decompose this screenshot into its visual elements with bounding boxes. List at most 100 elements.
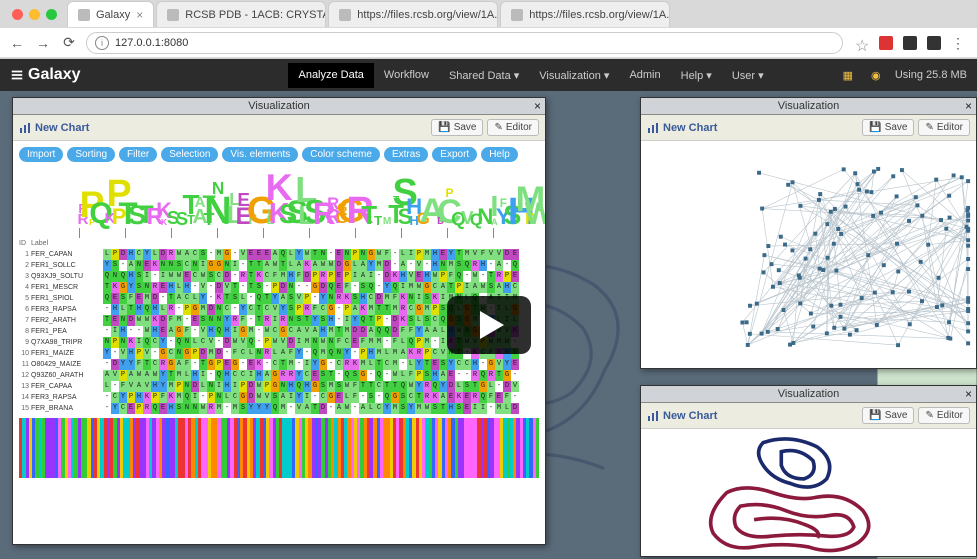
msa-row-label: FER3_RAPSA	[31, 306, 103, 313]
msa-menu-pill[interactable]: Vis. elements	[222, 147, 298, 162]
favicon-icon	[167, 9, 179, 21]
msa-row-label: FER1_SPIOL	[31, 295, 103, 302]
galaxy-logo-icon	[10, 68, 24, 82]
msa-row[interactable]: 1FER_CAPANLPDHCYLDRWACS-MG-VEEEAQLYWTN-E…	[19, 249, 539, 260]
msa-row-id: 8	[19, 328, 31, 335]
msa-row[interactable]: 4FER1_MESCRTKGYSNREHLH-V-DVT-TS-PDN--GDQ…	[19, 282, 539, 293]
msa-menu-row: Import Sorting Filter Selection Vis. element…	[13, 141, 545, 168]
panel-toolbar: New Chart 💾 Save ✎ Editor	[641, 115, 976, 141]
msa-row-seq: YS-ANEKNNSCNIGGNI-TTAWTLAKAWWDGLAYMD-A-V…	[103, 260, 519, 271]
minimize-window-icon[interactable]	[29, 9, 40, 20]
galaxy-logo[interactable]: Galaxy	[10, 66, 80, 84]
msa-menu-pill[interactable]: Help	[481, 147, 518, 162]
msa-row-id: 15	[19, 405, 31, 412]
site-info-icon[interactable]: i	[95, 36, 109, 50]
network-graph[interactable]	[641, 141, 976, 368]
msa-row[interactable]: 11O80429_MAIZE-DYYFTCRGAF-TGPEG-EK-CTM-I…	[19, 359, 539, 370]
video-play-button[interactable]	[447, 296, 531, 354]
msa-row[interactable]: 13FER_CAPAAL-FVAVHYMPNDLNIHIPDWPGNHQHGSM…	[19, 381, 539, 392]
workspace: Chains Visualization Visualization × New…	[0, 91, 977, 559]
save-button[interactable]: 💾 Save	[862, 407, 914, 424]
play-icon	[480, 311, 504, 339]
panel-titlebar[interactable]: Visualization ×	[641, 98, 976, 115]
msa-row-label: Q93XJ9_SOLTU	[31, 273, 103, 280]
panel-titlebar[interactable]: Visualization ×	[641, 386, 976, 403]
browser-tab[interactable]: https://files.rcsb.org/view/1A...×	[500, 1, 670, 27]
favicon-icon	[511, 9, 523, 21]
tab-label: https://files.rcsb.org/view/1A...	[529, 9, 670, 21]
msa-menu-pill[interactable]: Import	[19, 147, 63, 162]
chart-icon	[647, 410, 659, 422]
msa-row-label: FER1_MAIZE	[31, 350, 103, 357]
msa-row[interactable]: 2FER1_SOLLCYS-ANEKNNSCNIGGNI-TTAWTLAKAWW…	[19, 260, 539, 271]
browser-tab[interactable]: https://files.rcsb.org/view/1A...×	[328, 1, 498, 27]
galaxy-nav-item[interactable]: User ▾	[722, 63, 774, 88]
viz-panel-protein[interactable]: Visualization × New Chart 💾 Save ✎ Edito…	[640, 385, 977, 557]
back-button[interactable]: ←	[8, 34, 26, 52]
msa-row-id: 5	[19, 295, 31, 302]
close-icon[interactable]: ×	[965, 99, 972, 113]
panel-toolbar: New Chart 💾 Save ✎ Editor	[641, 403, 976, 429]
galaxy-nav-item[interactable]: Help ▾	[671, 63, 722, 88]
bookmark-icon[interactable]: ☆	[855, 36, 869, 50]
msa-row-seq: QNQHSI-IWWECWSCD-RTKCFMHFDPRPEPIAI-DKHVE…	[103, 271, 519, 282]
panel-title: Visualization	[778, 100, 840, 112]
editor-button[interactable]: ✎ Editor	[918, 119, 970, 136]
chart-title: New Chart	[647, 410, 717, 422]
browser-tab[interactable]: RCSB PDB - 1ACB: CRYSTA...×	[156, 1, 326, 27]
extension-icons: ☆ ⋮	[851, 36, 969, 50]
adblock-icon[interactable]	[879, 36, 893, 50]
save-button[interactable]: 💾 Save	[862, 119, 914, 136]
maximize-window-icon[interactable]	[46, 9, 57, 20]
galaxy-nav-item[interactable]: Analyze Data	[288, 63, 373, 88]
sequence-logo: RRPPQKPPTSTRKKSSTTAATTNNSLLEEFGLLKKSSLLS…	[19, 168, 539, 228]
close-tab-icon[interactable]: ×	[136, 8, 143, 22]
panel-title: Visualization	[248, 100, 310, 112]
msa-menu-pill[interactable]: Filter	[119, 147, 157, 162]
msa-row-id: 7	[19, 317, 31, 324]
msa-row[interactable]: 14FER3_RAPSA-CYPHKPFKMQI-PNLCGDWVSAIYI-C…	[19, 392, 539, 403]
panel-toolbar: New Chart 💾 Save ✎ Editor	[13, 115, 545, 141]
galaxy-nav-item[interactable]: Shared Data ▾	[439, 63, 529, 88]
galaxy-nav-item[interactable]: Workflow	[374, 63, 439, 88]
panel-titlebar[interactable]: Visualization ×	[13, 98, 545, 115]
network-body[interactable]	[641, 141, 976, 368]
close-icon[interactable]: ×	[965, 387, 972, 401]
editor-button[interactable]: ✎ Editor	[487, 119, 539, 136]
galaxy-nav-item[interactable]: Visualization ▾	[529, 63, 619, 88]
scratchbook-icon[interactable]: ◉	[867, 66, 885, 84]
close-icon[interactable]: ×	[534, 99, 541, 113]
galaxy-header: Galaxy Analyze DataWorkflowShared Data ▾…	[0, 59, 977, 91]
msa-row-seq: AVPAWAWYTMLHI-QHCCIHAGRRYCEST-QSG-Q-WLFP…	[103, 370, 519, 381]
msa-row-id: 12	[19, 372, 31, 379]
forward-button[interactable]: →	[34, 34, 52, 52]
reload-button[interactable]: ⟳	[60, 34, 78, 52]
grid-icon[interactable]: ▦	[839, 66, 857, 84]
protein-structure[interactable]	[641, 429, 976, 556]
msa-row[interactable]: 3Q93XJ9_SOLTUQNQHSI-IWWECWSCD-RTKCFMHFDP…	[19, 271, 539, 282]
browser-tab[interactable]: Galaxy×	[67, 1, 154, 27]
msa-menu-pill[interactable]: Color scheme	[302, 147, 380, 162]
viz-panel-network[interactable]: Visualization × New Chart 💾 Save ✎ Edito…	[640, 97, 977, 369]
browser-toolbar: ← → ⟳ i 127.0.0.1:8080 ☆ ⋮	[0, 28, 977, 58]
save-button[interactable]: 💾 Save	[431, 119, 483, 136]
msa-row-label: FER_BRANA	[31, 405, 103, 412]
protein-body[interactable]	[641, 429, 976, 556]
quota-text: Using 25.8 MB	[895, 69, 967, 81]
close-window-icon[interactable]	[12, 9, 23, 20]
address-bar[interactable]: i 127.0.0.1:8080	[86, 32, 843, 54]
msa-row-label: O80429_MAIZE	[31, 361, 103, 368]
msa-menu-pill[interactable]: Sorting	[67, 147, 115, 162]
menu-icon[interactable]: ⋮	[951, 36, 965, 50]
msa-row[interactable]: 15FER_BRANA-YCEPRQEHSNNWRM-MSYYYQM-VATD-…	[19, 403, 539, 414]
msa-row[interactable]: 12Q93Z60_ARATHAVPAWAWYTMLHI-QHCCIHAGRRYC…	[19, 370, 539, 381]
msa-menu-pill[interactable]: Export	[432, 147, 477, 162]
msa-menu-pill[interactable]: Extras	[384, 147, 428, 162]
msa-row-label: FER1_SOLLC	[31, 262, 103, 269]
msa-row-id: 14	[19, 394, 31, 401]
galaxy-nav-item[interactable]: Admin	[619, 63, 670, 88]
extension-icon[interactable]	[903, 36, 917, 50]
msa-menu-pill[interactable]: Selection	[161, 147, 218, 162]
extension-icon[interactable]	[927, 36, 941, 50]
editor-button[interactable]: ✎ Editor	[918, 407, 970, 424]
